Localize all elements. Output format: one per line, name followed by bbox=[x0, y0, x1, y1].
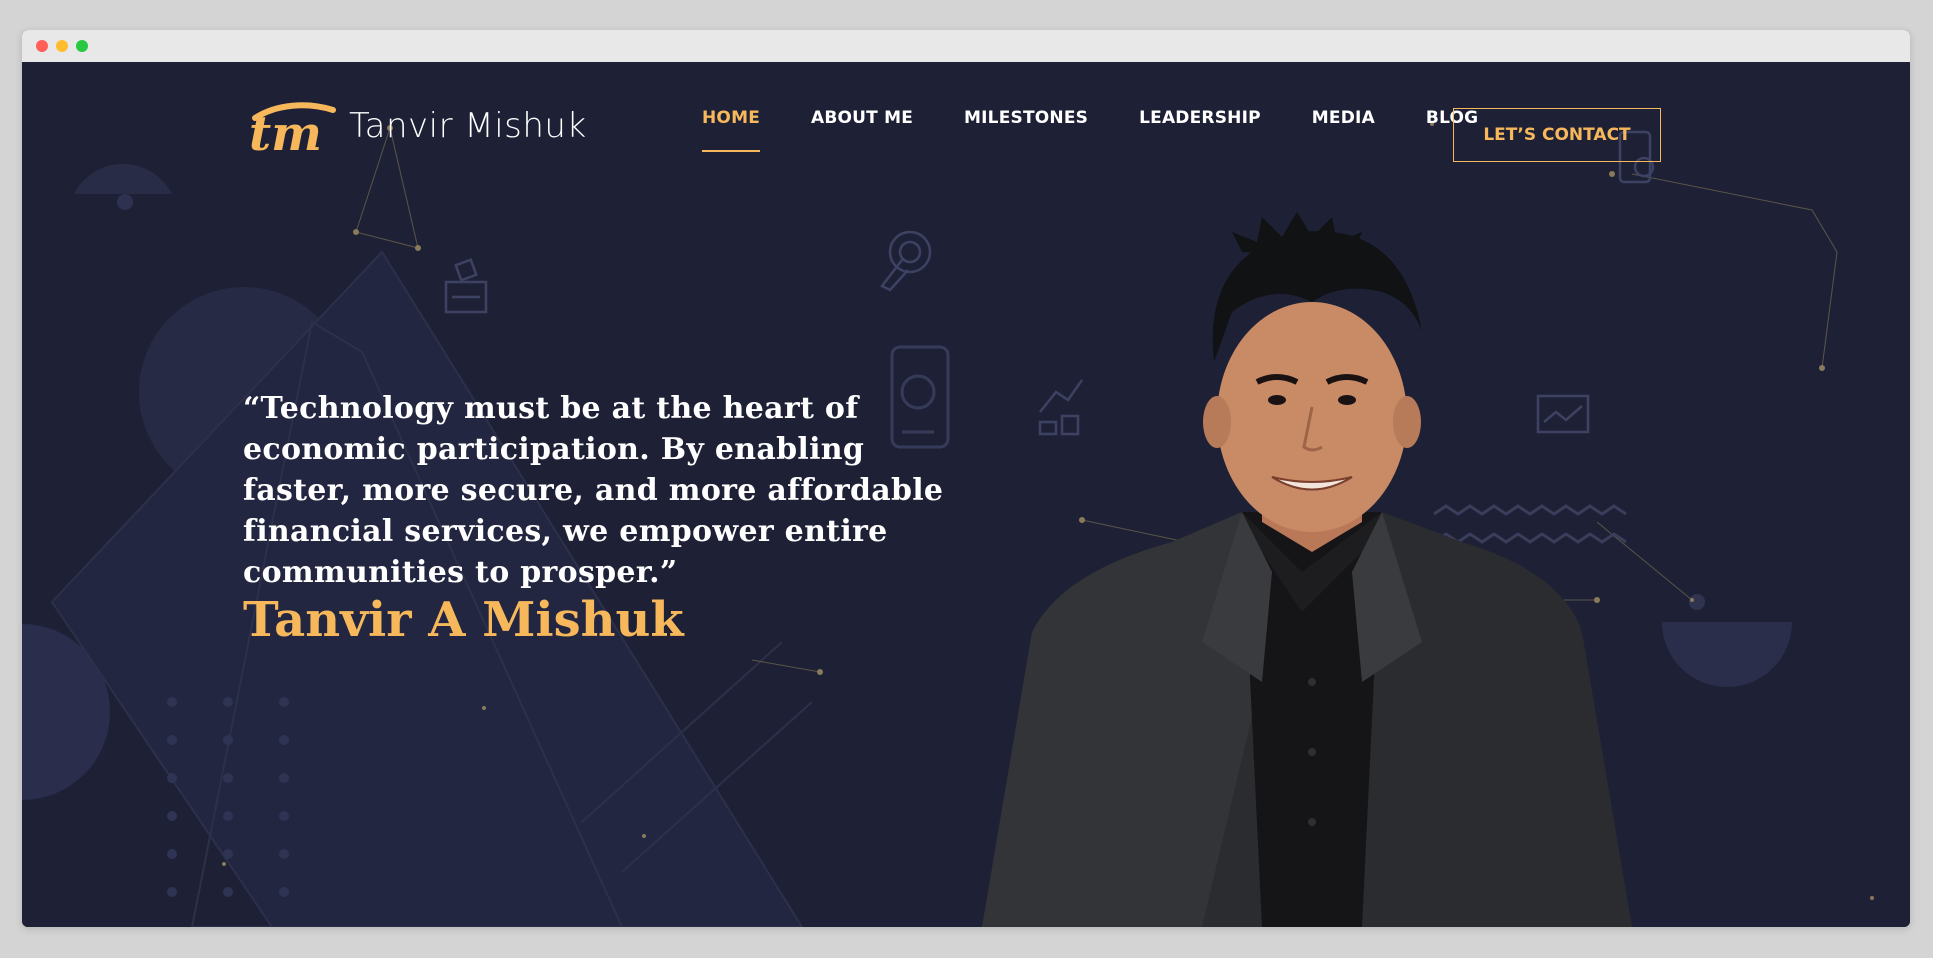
hero-page: tm Tanvir Mishuk HOME ABOUT ME MILESTONE… bbox=[22, 62, 1910, 927]
minimize-window-icon[interactable] bbox=[56, 40, 68, 52]
portrait-image bbox=[982, 212, 1632, 927]
window-titlebar bbox=[22, 30, 1910, 63]
nav-item-media[interactable]: MEDIA bbox=[1312, 108, 1375, 128]
nav-item-leadership[interactable]: LEADERSHIP bbox=[1139, 108, 1261, 128]
money-box-icon bbox=[444, 258, 488, 314]
maximize-window-icon[interactable] bbox=[76, 40, 88, 52]
hero-author: Tanvir A Mishuk bbox=[243, 592, 684, 648]
logo-icon: tm bbox=[249, 102, 336, 156]
nav-item-milestones[interactable]: MILESTONES bbox=[964, 108, 1088, 128]
logo-name: Tanvir Mishuk bbox=[349, 106, 587, 146]
main-navigation: HOME ABOUT ME MILESTONES LEADERSHIP MEDI… bbox=[702, 108, 1529, 152]
nav-item-home[interactable]: HOME bbox=[702, 108, 761, 152]
close-window-icon[interactable] bbox=[36, 40, 48, 52]
hero-quote: “Technology must be at the heart of econ… bbox=[243, 391, 944, 590]
nav-item-about-me[interactable]: ABOUT ME bbox=[811, 108, 913, 128]
contact-button[interactable]: LET’S CONTACT bbox=[1453, 108, 1661, 162]
touch-icon bbox=[880, 230, 932, 292]
site-logo[interactable]: tm Tanvir Mishuk bbox=[247, 96, 587, 156]
svg-text:tm: tm bbox=[249, 106, 322, 156]
browser-window: tm Tanvir Mishuk HOME ABOUT ME MILESTONE… bbox=[22, 30, 1910, 927]
